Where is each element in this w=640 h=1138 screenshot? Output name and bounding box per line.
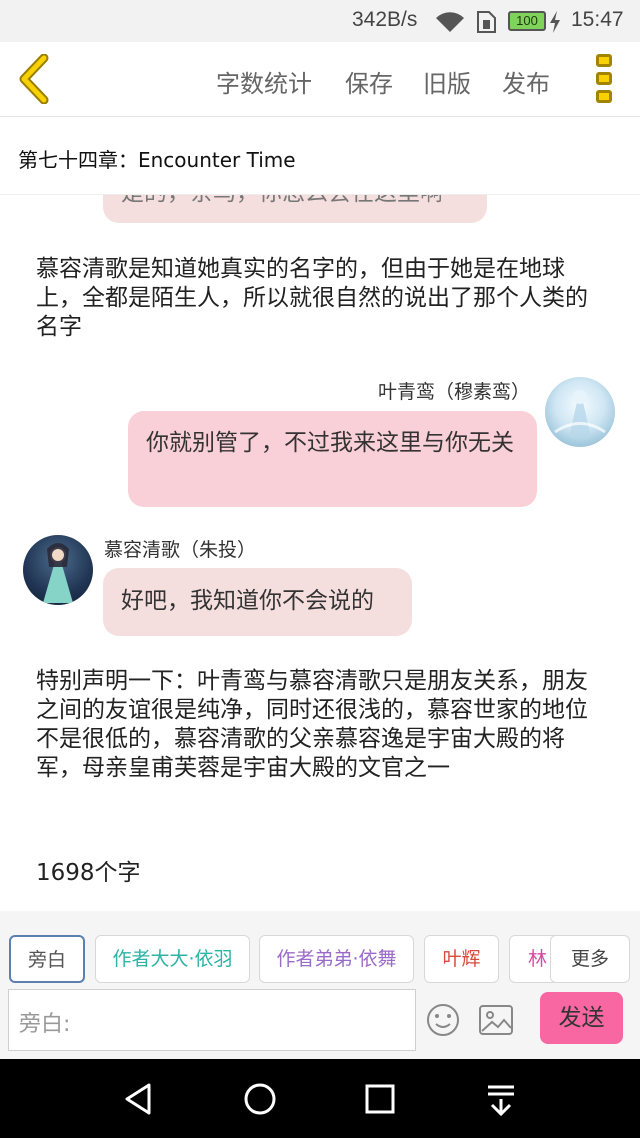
image-icon[interactable] (478, 1003, 514, 1037)
net-speed: 342B/s (352, 8, 418, 31)
notification-pull-icon[interactable] (479, 1077, 523, 1121)
publish-link[interactable]: 发布 (502, 64, 550, 99)
chat-area[interactable]: 是的，亲鸟，你怎么会在这里啊 慕容清歌是知道她真实的名字的，但由于她是在地球上，… (0, 195, 640, 911)
message-bubble-left[interactable]: 好吧，我知道你不会说的 (103, 568, 412, 636)
word-count: 1698个字 (36, 860, 141, 886)
message-bubble-right[interactable]: 你就别管了，不过我来这里与你无关 (128, 411, 537, 507)
avatar[interactable] (545, 377, 615, 447)
sim-icon (477, 11, 496, 33)
chapter-title[interactable]: 第七十四章：Encounter Time (18, 144, 296, 173)
battery-icon: 100 (508, 11, 546, 31)
speaker-name-right: 叶青鸾（穆素鸾） (377, 381, 530, 403)
charging-icon (550, 11, 560, 33)
save-link[interactable]: 保存 (345, 64, 393, 99)
chip-narrator[interactable]: 旁白 (9, 935, 85, 983)
message-input[interactable]: 旁白: (8, 989, 416, 1051)
chip-character[interactable]: 作者大大·依羽 (95, 935, 250, 983)
screen: 342B/s 100 15:47 字数统计 保存 旧版 发布 第七十四章：Enc… (0, 0, 640, 1138)
status-bar: 342B/s 100 15:47 (0, 0, 640, 42)
narration-text[interactable]: 慕容清歌是知道她真实的名字的，但由于她是在地球上，全都是陌生人，所以就很自然的说… (36, 255, 596, 342)
more-characters-button[interactable]: 更多 (550, 935, 630, 983)
system-nav-bar (0, 1059, 640, 1138)
smiley-icon[interactable] (426, 1003, 460, 1037)
more-vertical-icon[interactable] (592, 54, 618, 106)
chip-character[interactable]: 作者弟弟·依舞 (259, 935, 414, 983)
clock: 15:47 (571, 8, 624, 31)
back-triangle-icon[interactable] (117, 1077, 161, 1121)
wifi-icon (436, 12, 464, 32)
avatar[interactable] (23, 535, 93, 605)
recents-square-icon[interactable] (358, 1077, 402, 1121)
chip-character[interactable]: 叶辉 (424, 935, 499, 983)
speaker-name-left: 慕容清歌（朱投） (104, 539, 257, 561)
chapter-bar: 第七十四章：Encounter Time (0, 117, 640, 195)
chevron-left-icon[interactable] (14, 54, 54, 104)
home-circle-icon[interactable] (238, 1077, 282, 1121)
message-bubble-partial[interactable]: 是的，亲鸟，你怎么会在这里啊 (103, 195, 487, 223)
word-count-link[interactable]: 字数统计 (216, 64, 312, 99)
character-selector: 旁白 作者大大·依羽 作者弟弟·依舞 叶辉 林 更多 (0, 911, 640, 989)
send-button[interactable]: 发送 (540, 992, 623, 1044)
old-version-link[interactable]: 旧版 (423, 64, 471, 99)
composer: 旁白: 发送 (0, 989, 640, 1059)
app-header: 字数统计 保存 旧版 发布 (0, 42, 640, 117)
narration-text[interactable]: 特别声明一下：叶青鸾与慕容清歌只是朋友关系，朋友之间的友谊很是纯净，同时还很浅的… (36, 667, 596, 783)
